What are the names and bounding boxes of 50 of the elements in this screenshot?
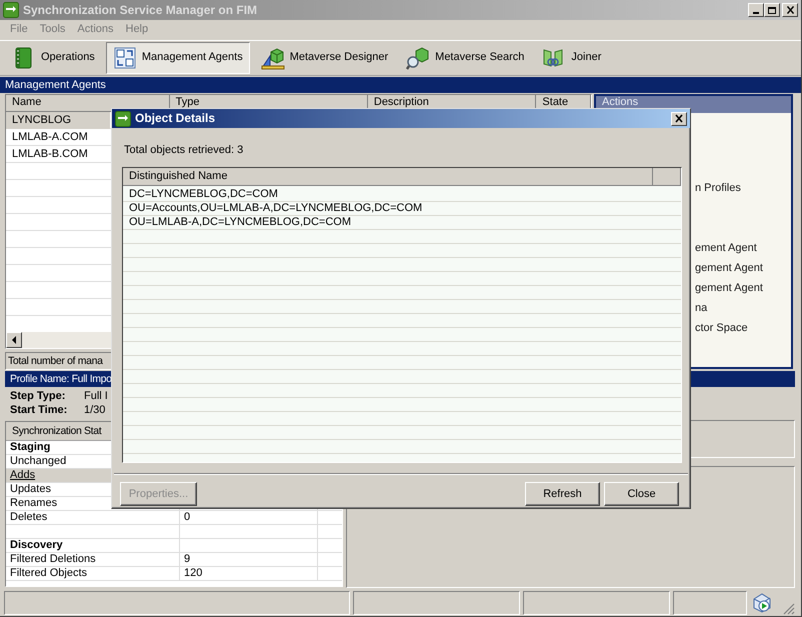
maximize-icon <box>768 6 776 14</box>
app-icon <box>3 2 19 18</box>
list-row[interactable]: OU=LMLAB-A,DC=LYNCMEBLOG,DC=COM <box>123 216 681 230</box>
maximize-button[interactable] <box>764 3 780 17</box>
toolbar-button[interactable]: Metaverse Designer <box>254 42 396 74</box>
window-title: Synchronization Service Manager on FIM <box>23 2 258 18</box>
resize-grip[interactable] <box>781 601 795 615</box>
statistic-label: Deletes <box>10 511 48 523</box>
scroll-left-button[interactable] <box>6 332 22 348</box>
field-value: 1/30 <box>84 404 106 416</box>
list-row[interactable]: DC=LYNCMEBLOG,DC=COM <box>123 188 681 202</box>
statistic-label: Updates <box>10 483 51 495</box>
column-header[interactable]: Synchronization Stat <box>12 425 102 437</box>
toolbar-button[interactable]: Joiner <box>535 42 608 74</box>
close-icon <box>674 114 684 123</box>
status-text: Total number of mana <box>8 355 103 367</box>
statistic-value: 0 <box>184 511 190 523</box>
statistic-value: 120 <box>184 567 202 579</box>
left-arrow-icon <box>11 336 17 344</box>
dialog-title: Object Details <box>135 111 216 126</box>
field-label: Start Time: <box>10 403 68 417</box>
statistic-label: Filtered Objects <box>10 567 88 579</box>
toolbar-button[interactable]: Management Agents <box>106 42 250 74</box>
app-icon <box>115 110 131 126</box>
close-icon <box>786 6 794 14</box>
toolbar-button[interactable]: Operations <box>5 42 102 74</box>
list-row[interactable]: LMLAB-B.COM <box>6 146 110 163</box>
statistic-link[interactable]: Adds <box>10 469 36 481</box>
list-row[interactable]: OU=Accounts,OU=LMLAB-A,DC=LYNCMEBLOG,DC=COM <box>123 202 681 216</box>
panel-header: Management Agents <box>0 77 801 93</box>
field-value: Full I <box>84 390 108 402</box>
list-row[interactable]: LYNCBLOG <box>6 112 110 129</box>
list-row[interactable]: LMLAB-A.COM <box>6 129 110 146</box>
minimize-icon <box>753 12 759 14</box>
minimize-button[interactable] <box>748 3 764 17</box>
section-label: Staging <box>10 441 50 453</box>
statistic-label: Unchanged <box>10 455 66 467</box>
toolbar-button[interactable]: Metaverse Search <box>399 42 532 74</box>
cube-search-icon <box>406 46 430 70</box>
section-label: Discovery <box>10 539 63 551</box>
statistic-label: Renames <box>10 497 58 509</box>
cube-ruler-icon <box>260 46 285 70</box>
close-button[interactable] <box>671 112 687 126</box>
statistic-value: 9 <box>184 553 190 565</box>
field-label: Step Type: <box>10 389 66 403</box>
statistic-label: Filtered Deletions <box>10 553 96 565</box>
close-button[interactable] <box>782 3 798 17</box>
summary-text: Total objects retrieved: 3 <box>124 144 244 158</box>
dialog-button[interactable]: Refresh <box>525 482 600 506</box>
dialog-button[interactable]: Close <box>604 482 679 506</box>
